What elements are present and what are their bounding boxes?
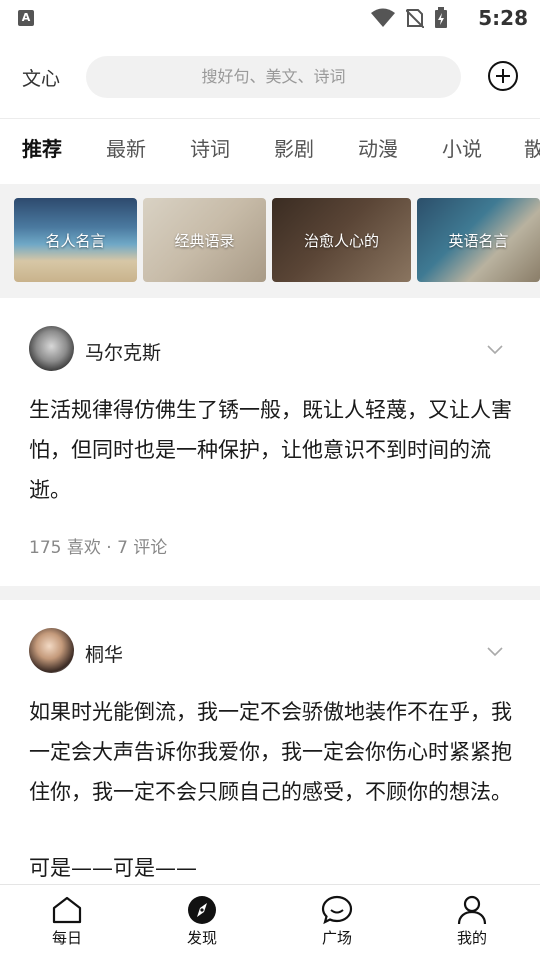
header: 文心 搜好句、美文、诗词 (0, 36, 540, 119)
bottom-navigation: 每日 发现 广场 我的 (0, 884, 540, 961)
tab-poetry[interactable]: 诗词 (190, 133, 230, 162)
tab-anime[interactable]: 动漫 (358, 133, 398, 162)
clock: 5:28 (478, 6, 528, 30)
battery-charging-icon (435, 7, 447, 28)
tab-novel[interactable]: 小说 (442, 133, 482, 162)
nav-label: 我的 (456, 929, 487, 947)
tab-film[interactable]: 影剧 (274, 133, 314, 162)
add-button[interactable] (487, 60, 519, 92)
nav-discover[interactable]: 发现 (162, 895, 242, 948)
avatar[interactable] (29, 326, 74, 371)
meta-separator: · (106, 538, 112, 558)
compass-icon (188, 896, 216, 924)
post-meta: 175 喜欢 · 7 评论 (29, 533, 167, 558)
nav-label: 每日 (51, 929, 82, 947)
author-name[interactable]: 桐华 (85, 640, 123, 667)
tab-latest[interactable]: 最新 (106, 133, 146, 162)
topic-banner-strip: 名人名言 经典语录 治愈人心的 英语名言 (0, 184, 540, 298)
nav-daily[interactable]: 每日 (27, 895, 107, 948)
chevron-down-icon[interactable] (486, 646, 504, 658)
app-notification-icon: A (18, 10, 34, 26)
author-name[interactable]: 马尔克斯 (85, 338, 161, 365)
nav-label: 发现 (186, 929, 217, 947)
section-divider (0, 586, 540, 600)
status-bar: A 5:28 (0, 0, 540, 36)
search-input[interactable]: 搜好句、美文、诗词 (86, 56, 461, 98)
banner-classic-quotes[interactable]: 经典语录 (143, 198, 266, 282)
nav-square[interactable]: 广场 (297, 895, 377, 948)
tab-recommend[interactable]: 推荐 (22, 133, 62, 162)
post-card[interactable]: 桐华 如果时光能倒流，我一定不会骄傲地装作不在乎，我一定会大声告诉你我爱你，我一… (0, 600, 540, 884)
banner-celebrity-quotes[interactable]: 名人名言 (14, 198, 137, 282)
person-icon (457, 895, 487, 925)
post-card[interactable]: 马尔克斯 生活规律得仿佛生了锈一般，既让人轻蔑，又让人害怕，但同时也是一种保护，… (0, 298, 540, 586)
app-logo: 文心 (22, 68, 61, 90)
banner-english-quotes[interactable]: 英语名言 (417, 198, 540, 282)
post-text: 生活规律得仿佛生了锈一般，既让人轻蔑，又让人害怕，但同时也是一种保护，让他意识不… (29, 398, 512, 502)
nav-mine[interactable]: 我的 (432, 895, 512, 948)
category-tabs: 推荐 最新 诗词 影剧 动漫 小说 散 (0, 119, 540, 183)
home-icon (52, 896, 82, 924)
nav-label: 广场 (321, 929, 352, 947)
avatar[interactable] (29, 628, 74, 673)
chat-bubble-icon (321, 895, 353, 925)
no-sim-icon (406, 9, 424, 28)
tab-prose[interactable]: 散 (524, 133, 540, 162)
comments-count[interactable]: 7 评论 (117, 538, 167, 558)
post-text-continued: 可是——可是—— (29, 856, 197, 880)
banner-healing[interactable]: 治愈人心的 (272, 198, 411, 282)
likes-count[interactable]: 175 喜欢 (29, 538, 101, 558)
chevron-down-icon[interactable] (486, 344, 504, 356)
post-text: 如果时光能倒流，我一定不会骄傲地装作不在乎，我一定会大声告诉你我爱你，我一定会你… (29, 700, 512, 804)
wifi-icon (371, 8, 395, 27)
